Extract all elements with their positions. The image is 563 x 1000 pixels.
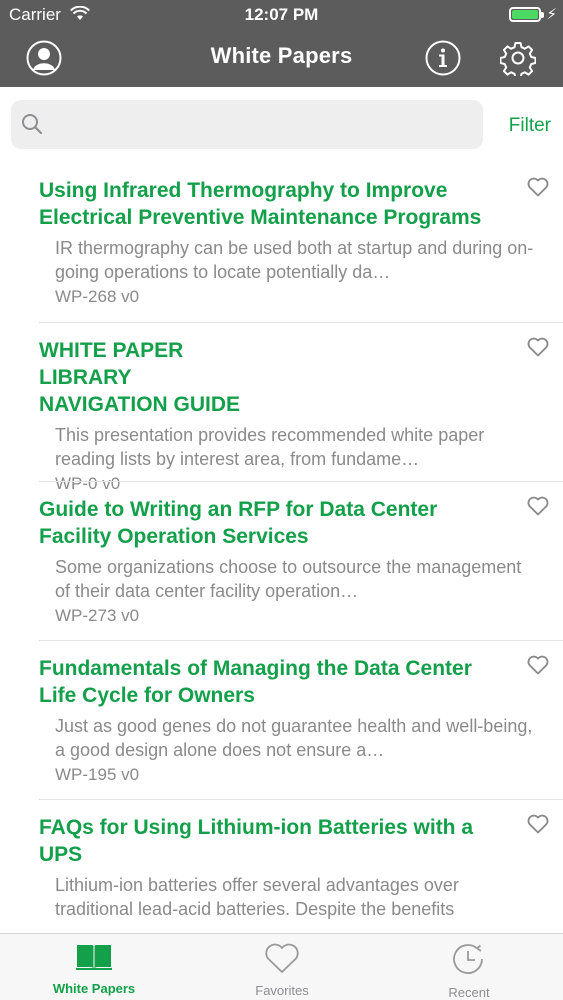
paper-title: Guide to Writing an RFP for Data Center … [39, 498, 438, 548]
paper-title: FAQs for Using Lithium-ion Batteries wit… [39, 816, 474, 866]
heart-icon [188, 942, 376, 979]
charging-bolt-icon: ⚡ [546, 6, 557, 23]
tab-label: White Papers [52, 981, 136, 996]
info-icon[interactable] [425, 40, 461, 76]
favorite-heart-icon[interactable] [527, 177, 549, 202]
search-input[interactable] [11, 100, 483, 149]
tab-label: Favorites [255, 983, 309, 998]
list-item[interactable]: Using Infrared Thermography to Improve E… [0, 163, 563, 322]
favorite-heart-icon[interactable] [527, 655, 549, 680]
page-title: White Papers [210, 43, 353, 68]
clock-icon [375, 942, 563, 981]
paper-description: IR thermography can be used both at star… [55, 238, 534, 282]
paper-description: Lithium-ion batteries offer several adva… [55, 875, 459, 919]
paper-title: Using Infrared Thermography to Improve E… [39, 179, 482, 229]
paper-title: Fundamentals of Managing the Data Center… [39, 657, 472, 707]
tab-recent[interactable]: Recent [375, 934, 563, 1000]
favorite-heart-icon[interactable] [527, 814, 549, 839]
status-time: 12:07 PM [244, 5, 319, 24]
filter-button[interactable]: Filter [509, 115, 551, 137]
paper-id: WP-273 v0 [55, 606, 140, 625]
favorite-heart-icon[interactable] [527, 337, 549, 362]
paper-description: This presentation provides recommended w… [55, 425, 485, 469]
book-icon [0, 942, 188, 977]
tab-bar: White Papers Favorites Recent [0, 933, 563, 1000]
top-bar: Carrier 12:07 PM ⚡ White Papers [0, 0, 563, 87]
white-paper-list: Using Infrared Thermography to Improve E… [0, 163, 563, 933]
paper-description: Just as good genes do not guarantee heal… [55, 716, 533, 760]
paper-id: WP-195 v0 [55, 765, 140, 784]
status-bar: Carrier 12:07 PM ⚡ [0, 0, 563, 30]
favorite-heart-icon[interactable] [527, 496, 549, 521]
battery-icon [509, 7, 544, 22]
tab-label: Recent [448, 985, 490, 1000]
list-item[interactable]: FAQs for Using Lithium-ion Batteries wit… [39, 799, 563, 933]
paper-description: Some organizations choose to outsource t… [55, 557, 522, 601]
tab-white-papers[interactable]: White Papers [0, 934, 188, 1000]
list-item[interactable]: Fundamentals of Managing the Data Center… [39, 640, 563, 799]
list-item[interactable]: Guide to Writing an RFP for Data Center … [39, 481, 563, 640]
paper-id: WP-268 v0 [55, 287, 140, 306]
gear-icon[interactable] [499, 40, 537, 79]
tab-favorites[interactable]: Favorites [188, 934, 376, 1000]
paper-title: WHITE PAPER LIBRARY NAVIGATION GUIDE [39, 339, 241, 416]
list-item[interactable]: WHITE PAPER LIBRARY NAVIGATION GUIDE Thi… [39, 322, 563, 493]
search-icon [21, 113, 43, 140]
search-bar: Filter [0, 87, 563, 163]
